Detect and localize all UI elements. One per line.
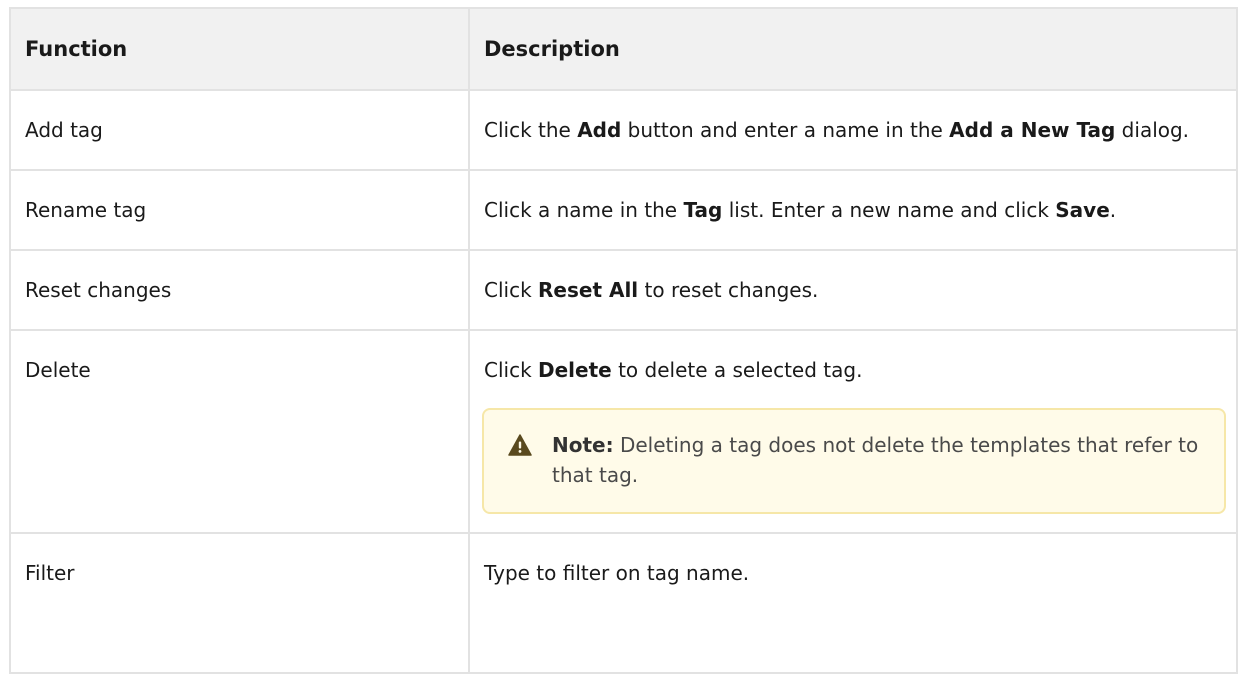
note-body: Deleting a tag does not delete the templ…: [552, 433, 1199, 487]
table-row: Reset changes Click Reset All to reset c…: [9, 249, 1238, 331]
function-cell: Delete: [9, 329, 470, 534]
function-cell: Rename tag: [9, 169, 470, 251]
desc-bold: Reset All: [538, 278, 639, 302]
desc-text: to reset changes.: [638, 278, 819, 302]
description-cell: Click Delete to delete a selected tag. N…: [468, 329, 1238, 534]
tag-functions-table: Function Description Add tag Click the A…: [9, 7, 1238, 674]
desc-text: list. Enter a new name and click: [722, 198, 1056, 222]
description-cell: Click the Add button and enter a name in…: [468, 89, 1238, 171]
desc-text: dialog.: [1115, 118, 1190, 142]
desc-bold: Add a New Tag: [949, 118, 1116, 142]
desc-text: Click a name in the: [484, 198, 684, 222]
table-header: Function Description: [9, 7, 1238, 91]
desc-text: Type to filter on tag name.: [484, 561, 750, 585]
table-header-row: Function Description: [9, 7, 1238, 91]
desc-text: to delete a selected tag.: [611, 358, 863, 382]
desc-text: Click: [484, 358, 539, 382]
header-function: Function: [9, 7, 470, 91]
note-text: Note: Deleting a tag does not delete the…: [552, 430, 1202, 490]
header-description: Description: [468, 7, 1238, 91]
table-row: Filter Type to filter on tag name.: [9, 532, 1238, 674]
desc-bold: Save: [1055, 198, 1110, 222]
warning-icon: [508, 434, 532, 456]
desc-bold: Tag: [683, 198, 723, 222]
description-cell: Click a name in the Tag list. Enter a ne…: [468, 169, 1238, 251]
table-row: Rename tag Click a name in the Tag list.…: [9, 169, 1238, 251]
function-cell: Filter: [9, 532, 470, 674]
table-row: Delete Click Delete to delete a selected…: [9, 329, 1238, 534]
desc-text: Click: [484, 278, 539, 302]
function-cell: Reset changes: [9, 249, 470, 331]
description-cell: Click Reset All to reset changes.: [468, 249, 1238, 331]
desc-text: .: [1109, 198, 1117, 222]
desc-text: Click the: [484, 118, 578, 142]
desc-bold: Add: [577, 118, 622, 142]
desc-bold: Delete: [538, 358, 612, 382]
note-callout: Note: Deleting a tag does not delete the…: [482, 408, 1226, 514]
function-cell: Add tag: [9, 89, 470, 171]
desc-text: button and enter a name in the: [621, 118, 950, 142]
table-row: Add tag Click the Add button and enter a…: [9, 89, 1238, 171]
note-label: Note:: [552, 433, 614, 457]
description-cell: Type to filter on tag name.: [468, 532, 1238, 674]
